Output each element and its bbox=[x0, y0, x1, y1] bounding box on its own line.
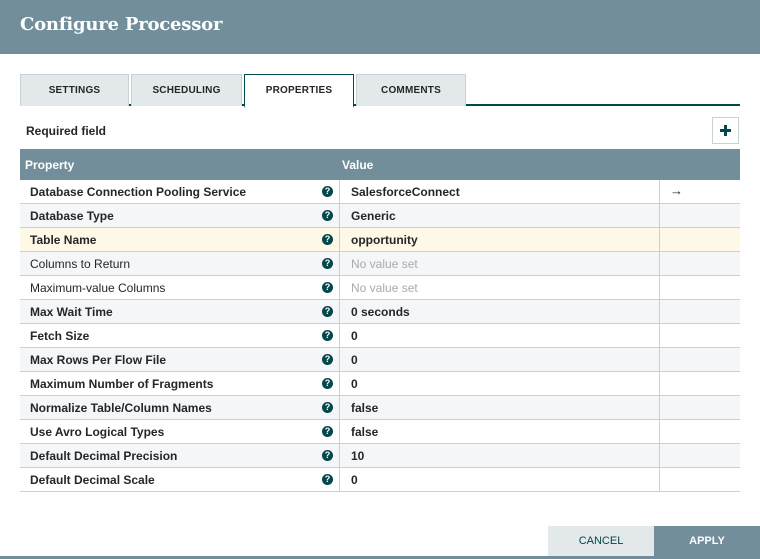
apply-button[interactable]: APPLY bbox=[654, 526, 760, 556]
column-divider bbox=[659, 348, 660, 372]
table-row[interactable]: Fetch Size? 0 bbox=[20, 324, 740, 348]
column-divider bbox=[339, 252, 340, 276]
table-row[interactable]: Database Type? Generic bbox=[20, 204, 740, 228]
tab-label: SETTINGS bbox=[48, 85, 101, 96]
add-property-button[interactable] bbox=[712, 117, 739, 144]
column-divider bbox=[339, 300, 340, 324]
column-divider bbox=[659, 468, 660, 492]
property-name: Normalize Table/Column Names bbox=[30, 401, 212, 415]
cancel-button[interactable]: CANCEL bbox=[548, 526, 654, 556]
property-name: Maximum-value Columns bbox=[30, 281, 166, 295]
help-icon[interactable]: ? bbox=[322, 282, 333, 293]
table-row[interactable]: Normalize Table/Column Names? false bbox=[20, 396, 740, 420]
property-value[interactable]: No value set bbox=[351, 281, 418, 295]
table-row[interactable]: Default Decimal Scale? 0 bbox=[20, 468, 740, 492]
table-row[interactable]: Max Rows Per Flow File? 0 bbox=[20, 348, 740, 372]
column-divider bbox=[339, 276, 340, 300]
help-icon[interactable]: ? bbox=[322, 210, 333, 221]
property-value[interactable]: 0 bbox=[351, 329, 358, 343]
column-divider bbox=[659, 276, 660, 300]
column-divider bbox=[339, 228, 340, 252]
column-header-property[interactable]: Property bbox=[25, 158, 74, 172]
column-divider bbox=[339, 396, 340, 420]
property-name: Table Name bbox=[30, 233, 97, 247]
column-divider bbox=[339, 324, 340, 348]
property-name: Maximum Number of Fragments bbox=[30, 377, 214, 391]
tab-label: PROPERTIES bbox=[265, 85, 333, 96]
dialog-header: Configure Processor bbox=[0, 0, 760, 54]
column-divider bbox=[339, 372, 340, 396]
property-value[interactable]: 0 seconds bbox=[351, 305, 410, 319]
property-name: Default Decimal Precision bbox=[30, 449, 178, 463]
column-divider bbox=[339, 348, 340, 372]
property-name: Fetch Size bbox=[30, 329, 90, 343]
tab-properties[interactable]: PROPERTIES bbox=[244, 74, 354, 108]
property-value[interactable]: 0 bbox=[351, 353, 358, 367]
help-icon[interactable]: ? bbox=[322, 378, 333, 389]
required-field-label: Required field bbox=[26, 124, 107, 138]
column-divider bbox=[659, 420, 660, 444]
property-value[interactable]: SalesforceConnect bbox=[351, 185, 460, 199]
property-name: Columns to Return bbox=[30, 257, 131, 271]
column-divider bbox=[339, 420, 340, 444]
property-name: Max Rows Per Flow File bbox=[30, 353, 167, 367]
property-value[interactable]: false bbox=[351, 425, 378, 439]
column-divider bbox=[659, 324, 660, 348]
help-icon[interactable]: ? bbox=[322, 330, 333, 341]
property-value[interactable]: No value set bbox=[351, 257, 418, 271]
column-divider bbox=[339, 204, 340, 228]
column-divider bbox=[659, 444, 660, 468]
column-header-value[interactable]: Value bbox=[342, 158, 373, 172]
dialog-title: Configure Processor bbox=[20, 14, 223, 35]
column-divider bbox=[339, 180, 340, 204]
property-value[interactable]: 0 bbox=[351, 473, 358, 487]
property-name: Use Avro Logical Types bbox=[30, 425, 165, 439]
go-to-service-arrow-icon[interactable]: → bbox=[670, 183, 683, 198]
property-name: Database Connection Pooling Service bbox=[30, 185, 247, 199]
tab-settings[interactable]: SETTINGS bbox=[20, 74, 129, 106]
help-icon[interactable]: ? bbox=[322, 306, 333, 317]
table-body: Database Connection Pooling Service? Sale… bbox=[20, 180, 740, 492]
tab-label: COMMENTS bbox=[381, 85, 441, 96]
column-divider bbox=[659, 252, 660, 276]
help-icon[interactable]: ? bbox=[322, 402, 333, 413]
table-row[interactable]: Default Decimal Precision? 10 bbox=[20, 444, 740, 468]
help-icon[interactable]: ? bbox=[322, 474, 333, 485]
tab-scheduling[interactable]: SCHEDULING bbox=[131, 74, 242, 106]
property-name: Default Decimal Scale bbox=[30, 473, 155, 487]
table-row[interactable]: Table Name? opportunity bbox=[20, 228, 740, 252]
property-name: Max Wait Time bbox=[30, 305, 113, 319]
column-divider bbox=[339, 444, 340, 468]
help-icon[interactable]: ? bbox=[322, 426, 333, 437]
table-row[interactable]: Max Wait Time? 0 seconds bbox=[20, 300, 740, 324]
column-divider bbox=[659, 396, 660, 420]
column-divider bbox=[659, 300, 660, 324]
properties-table: Property Value Database Connection Pooli… bbox=[20, 149, 740, 492]
column-divider bbox=[339, 468, 340, 492]
column-divider bbox=[659, 228, 660, 252]
help-icon[interactable]: ? bbox=[322, 234, 333, 245]
property-value[interactable]: Generic bbox=[351, 209, 396, 223]
property-name: Database Type bbox=[30, 209, 114, 223]
table-row[interactable]: Columns to Return? No value set bbox=[20, 252, 740, 276]
table-row[interactable]: Maximum-value Columns? No value set bbox=[20, 276, 740, 300]
column-divider bbox=[659, 372, 660, 396]
help-icon[interactable]: ? bbox=[322, 354, 333, 365]
table-header: Property Value bbox=[20, 149, 740, 180]
table-row[interactable]: Maximum Number of Fragments? 0 bbox=[20, 372, 740, 396]
tab-label: SCHEDULING bbox=[152, 85, 221, 96]
property-value[interactable]: false bbox=[351, 401, 378, 415]
property-value[interactable]: 10 bbox=[351, 449, 364, 463]
table-row[interactable]: Use Avro Logical Types? false bbox=[20, 420, 740, 444]
help-icon[interactable]: ? bbox=[322, 186, 333, 197]
table-row[interactable]: Database Connection Pooling Service? Sale… bbox=[20, 180, 740, 204]
tab-bar: SETTINGS SCHEDULING PROPERTIES COMMENTS bbox=[20, 74, 740, 108]
property-value[interactable]: 0 bbox=[351, 377, 358, 391]
column-divider bbox=[659, 180, 660, 204]
tab-comments[interactable]: COMMENTS bbox=[356, 74, 466, 106]
property-value[interactable]: opportunity bbox=[351, 233, 418, 247]
column-divider bbox=[659, 204, 660, 228]
help-icon[interactable]: ? bbox=[322, 258, 333, 269]
help-icon[interactable]: ? bbox=[322, 450, 333, 461]
